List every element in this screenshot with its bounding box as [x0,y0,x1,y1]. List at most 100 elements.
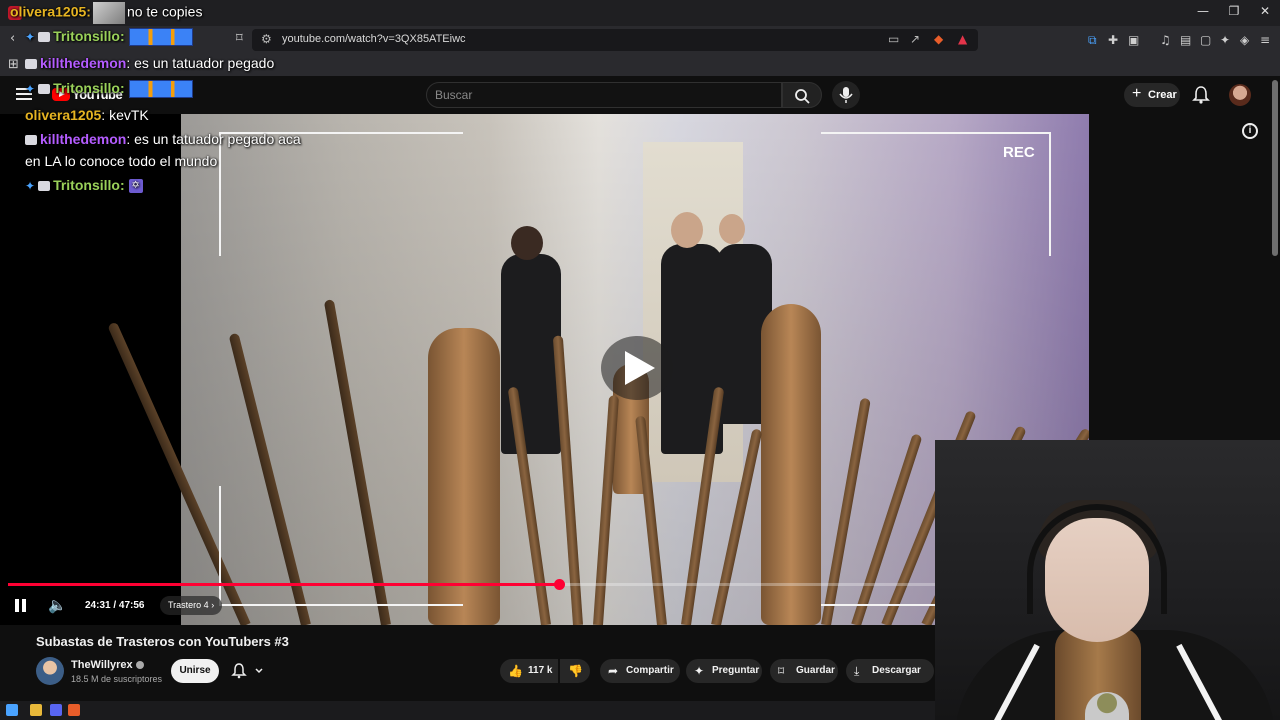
chat-username: olivera1205 [25,107,102,123]
rec-label: REC [1003,144,1035,161]
wallet-icon[interactable]: ▣ [1128,33,1139,47]
leo-icon[interactable]: ✦ [1220,33,1230,47]
chat-username: killthedemon [40,55,127,71]
thumbs-down-icon: 👎 [568,664,583,678]
video-person [501,254,561,454]
site-settings-icon[interactable]: ⚙ [261,32,272,46]
chat-username: Tritonsillo: [53,28,125,44]
cast-icon[interactable]: ▭ [888,32,899,46]
url-text: youtube.com/watch?v=3QX85ATEiwc [282,33,466,45]
video-player[interactable]: REC [0,114,1089,625]
chat-message: killthedemon: es un tatuador pegado [25,55,274,71]
like-count: 117 k [528,665,553,676]
share-label: Compartir [626,665,674,676]
file-explorer-icon[interactable] [30,704,42,716]
channel-name[interactable]: TheWillyrex [71,659,144,671]
close-icon[interactable]: ✕ [1250,4,1280,22]
share-button[interactable]: ➦ Compartir [600,659,680,683]
progress-scrubber[interactable] [554,579,566,590]
share-icon[interactable]: ↗ [910,32,920,46]
chapter-button[interactable]: Trastero 4 › [160,596,223,615]
info-icon[interactable]: i [1242,123,1258,139]
chat-badge-icon [38,181,51,192]
ask-button[interactable]: ✦ Preguntar [686,659,762,683]
chat-message: en LA lo conoce todo el mundo [25,153,217,169]
wallet2-icon[interactable]: ▢ [1200,33,1211,47]
sword-badge-icon: ✦ [25,82,36,96]
mic-icon [839,87,853,103]
video-person-head [719,214,745,244]
video-person-head [671,212,703,248]
back-icon[interactable]: ‹ [10,31,15,46]
channel-name-text[interactable]: TheWillyrex [71,659,133,671]
url-field[interactable]: ⚙ youtube.com/watch?v=3QX85ATEiwc ▭ ↗ ◆ … [252,29,978,51]
chat-badge-icon [38,32,51,43]
channel-avatar[interactable] [36,657,64,685]
search-input[interactable] [435,87,765,103]
video-title: Subastas de Trasteros con YouTubers #3 [36,634,289,649]
page-scrollbar[interactable] [1272,80,1278,256]
chat-text: en LA lo conoce todo el mundo [25,153,218,169]
puzzle-icon[interactable]: ✚ [1108,33,1118,47]
apps-grid-icon[interactable]: ⊞ [8,57,19,72]
like-button[interactable]: 👍 117 k [500,659,558,683]
sword-badge-icon: ✦ [25,30,36,44]
chat-text: no te copies [126,3,203,20]
progress-bar-played [8,583,560,586]
join-button[interactable]: Unirse [171,659,219,683]
download-button[interactable]: ⤓ Descargar [846,659,934,683]
restore-icon[interactable]: ❐ [1219,4,1249,22]
share-arrow-icon: ➦ [608,664,619,678]
brave-rewards-icon[interactable]: ▲ [958,32,967,46]
chat-text: : es un tatuador pegado [126,55,275,71]
minimize-icon[interactable]: — [1188,4,1218,22]
subscription-bell-button[interactable] [227,659,271,683]
music-icon[interactable]: ♫ [1160,33,1171,47]
save-icon: ⌑ [778,664,785,678]
pause-icon [15,599,19,612]
save-button[interactable]: ⌑ Guardar [770,659,838,683]
account-avatar[interactable] [1229,84,1251,106]
voice-search-button[interactable] [832,81,860,109]
vpn-icon[interactable]: ◈ [1240,33,1249,47]
create-label: Crear [1148,89,1177,101]
chat-username: Tritonsillo: [53,177,125,193]
chevron-right-icon: › [211,600,215,610]
camera-frame-corner [219,486,463,606]
bell-icon [231,663,263,679]
time-display: 24:31 / 47:56 [85,600,145,611]
chat-message: ✦ Tritonsillo: [25,80,193,99]
webcam-overlay [935,440,1280,720]
pause-icon [22,599,26,612]
chat-text: : kevTK [101,107,149,123]
dislike-button[interactable]: 👎 [560,659,590,683]
start-icon[interactable] [6,704,18,716]
extension-icon[interactable]: ⧉ [1088,33,1097,48]
progress-bar[interactable] [8,579,1078,590]
discord-icon[interactable] [50,704,62,716]
sidebar-icon[interactable]: ▤ [1180,33,1191,47]
save-label: Guardar [796,665,835,676]
verified-icon [135,661,144,670]
notifications-bell-icon[interactable] [1192,85,1210,105]
camera-frame-corner [219,132,463,256]
pause-button[interactable] [15,599,27,612]
chat-message: ✦ Tritonsillo: [25,28,193,47]
brave-icon[interactable] [68,704,80,716]
video-wood-totem [761,304,821,625]
ask-label: Preguntar [712,665,760,676]
play-button[interactable] [601,336,673,400]
bookmark-icon[interactable]: ⌑ [236,31,243,46]
chat-message: killthedemon: es un tatuador pegado aca [25,131,301,147]
menu-icon[interactable]: ≡ [1260,33,1270,47]
chat-message: ✦ Tritonsillo: ✡ [25,177,143,194]
volume-icon[interactable]: 🔈 [48,596,67,614]
brave-shield-icon[interactable]: ◆ [934,32,943,46]
create-button[interactable]: + Crear [1124,83,1180,107]
chat-username: Tritonsillo: [53,80,125,96]
chat-badge-icon [25,59,37,70]
chat-message: olivera1205: no te copies [10,2,202,24]
search-button[interactable] [782,82,822,108]
plus-icon: + [1132,85,1142,102]
download-label: Descargar [872,665,921,676]
